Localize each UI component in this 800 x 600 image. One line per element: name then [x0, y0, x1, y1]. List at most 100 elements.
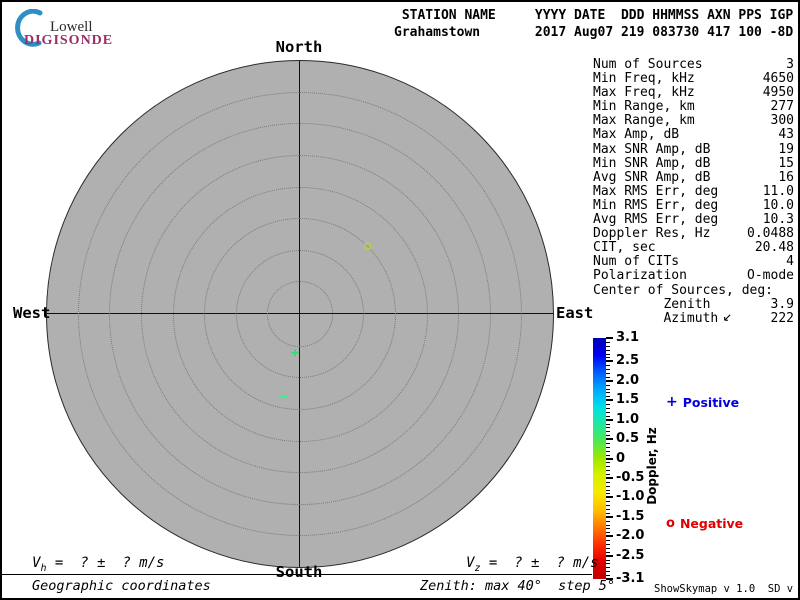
colorbar-major-tick — [606, 379, 613, 382]
colorbar-minor-tick — [606, 388, 610, 390]
colorbar-tick-label: 0.5 — [616, 431, 640, 447]
stat-value: 4950 — [762, 85, 794, 101]
footer-divider — [2, 574, 592, 575]
compass-south-label: South — [275, 563, 323, 581]
colorbar-minor-tick — [606, 470, 610, 472]
colorbar-minor-tick — [606, 345, 610, 347]
colorbar-minor-tick — [606, 435, 610, 437]
colorbar-major-tick — [606, 457, 613, 460]
azimuth-arrow-icon — [721, 312, 732, 327]
colorbar-minor-tick — [606, 427, 610, 429]
colorbar-minor-tick — [606, 544, 610, 546]
stat-value: 277 — [770, 99, 794, 115]
stat-row: Num of CITs 4 — [593, 255, 794, 269]
colorbar-tick-label: 0 — [616, 450, 626, 466]
stat-row: Min Range, km 277 — [593, 100, 794, 114]
zenith-ring — [77, 91, 523, 537]
colorbar-minor-tick — [606, 442, 610, 444]
colorbar-tick-label: 2.0 — [616, 372, 640, 388]
compass-east-label: East — [556, 304, 594, 322]
legend-negative-label: Negative — [679, 516, 744, 531]
colorbar-minor-tick — [606, 481, 610, 483]
positive-marker-icon: + — [666, 394, 678, 410]
stat-label: CIT, sec — [593, 240, 656, 256]
stat-row: Num of Sources 3 — [593, 57, 794, 72]
stat-label: Avg RMS Err, deg — [593, 212, 719, 228]
colorbar-tick-label: -3.1 — [616, 571, 645, 586]
stat-label: Num of Sources — [593, 57, 703, 72]
colorbar-ticks: 3.1 2.5 2.0 1.5 1.0 0.5 0 -0.5 -1.0 -1.5 -2.0 -2.5 -… — [593, 330, 653, 586]
station-header-values: Grahamstown 2017 Aug07 219 083730 417 10… — [394, 25, 794, 40]
colorbar-major-tick — [606, 438, 613, 441]
horizontal-velocity-readout: Vh = ? ± ? m/s — [32, 555, 164, 574]
colorbar-major-tick — [606, 337, 613, 339]
vh-value: = ? ± ? m/s — [46, 555, 165, 571]
stat-value: 4650 — [762, 71, 794, 87]
colorbar-minor-tick — [606, 528, 610, 530]
colorbar-minor-tick — [606, 415, 610, 417]
colorbar-tick-label: -2.0 — [616, 528, 645, 544]
software-version-label: ShowSkymap v 1.0 SD v 5.1 — [654, 583, 794, 595]
stat-label: Min RMS Err, deg — [593, 197, 719, 213]
colorbar-minor-tick — [606, 365, 610, 367]
stat-value: 10.0 — [762, 197, 794, 213]
stat-value: 3 — [786, 57, 794, 72]
stat-label: Min Range, km — [593, 99, 695, 115]
colorbar-tick-label: 1.0 — [616, 411, 640, 427]
stat-value: 0.0488 — [747, 226, 794, 242]
stat-value: O-mode — [747, 268, 794, 284]
colorbar-minor-tick — [606, 474, 610, 476]
colorbar-tick-label: 1.5 — [616, 392, 640, 408]
stat-label: Polarization — [593, 268, 687, 284]
logo-digisonde-text: DIGISONDE — [24, 33, 114, 48]
colorbar-minor-tick — [606, 509, 610, 511]
colorbar-minor-tick — [606, 450, 610, 452]
colorbar-minor-tick — [606, 520, 610, 522]
source-marker: + — [291, 346, 299, 362]
compass-north-label: North — [275, 38, 323, 56]
colorbar-minor-tick — [606, 512, 610, 514]
colorbar-minor-tick — [606, 446, 610, 448]
colorbar-minor-tick — [606, 353, 610, 355]
stat-row: Polarization O-mode — [593, 269, 794, 283]
stat-row: Center of Sources, deg: — [593, 283, 794, 298]
stats-panel: Num of Sources 3 Min Freq, kHz 4650 Max Freq… — [593, 57, 794, 327]
vertical-velocity-readout: Vz = ? ± ? m/s — [466, 555, 598, 574]
skymap-plot: + + — [46, 60, 554, 568]
colorbar-tick-label: -1.0 — [616, 489, 645, 505]
colorbar-minor-tick — [606, 357, 610, 359]
colorbar-major-tick — [606, 360, 613, 363]
stat-row: Zenith 3.9 — [593, 296, 794, 312]
colorbar-minor-tick — [606, 349, 610, 351]
colorbar-minor-tick — [606, 407, 610, 409]
compass-west-label: West — [13, 304, 51, 322]
stat-row: Avg RMS Err, deg 10.3 — [593, 212, 794, 228]
stat-value: 3.9 — [770, 296, 794, 312]
colorbar-major-tick — [606, 418, 613, 421]
stat-value: 16 — [778, 169, 794, 185]
colorbar-minor-tick — [606, 423, 610, 425]
stat-label: Max SNR Amp, dB — [593, 141, 711, 157]
colorbar-minor-tick — [606, 540, 610, 542]
stat-label: Zenith — [593, 296, 711, 312]
stat-row: Min Freq, kHz 4650 — [593, 71, 794, 87]
colorbar-minor-tick — [606, 505, 610, 507]
colorbar-minor-tick — [606, 485, 610, 487]
colorbar-major-tick — [606, 399, 613, 402]
stat-value: 11.0 — [762, 183, 794, 199]
colorbar-minor-tick — [606, 431, 610, 433]
colorbar-minor-tick — [606, 466, 610, 468]
stat-value: 4 — [786, 254, 794, 270]
stat-row: Avg SNR Amp, dB 16 — [593, 169, 794, 185]
colorbar-minor-tick — [606, 392, 610, 394]
colorbar-major-tick — [606, 515, 613, 518]
stat-row: Doppler Res, Hz 0.0488 — [593, 227, 794, 241]
colorbar-tick-label: -1.5 — [616, 508, 645, 524]
colorbar-minor-tick — [606, 547, 610, 549]
source-marker: + — [279, 389, 288, 405]
stat-label: Azimuth — [593, 311, 719, 327]
stat-row: Azimuth 222 — [593, 312, 794, 327]
colorbar-minor-tick — [606, 489, 610, 491]
legend-positive: + Positive — [666, 394, 739, 410]
stat-row: Max Freq, kHz 4950 — [593, 86, 794, 100]
